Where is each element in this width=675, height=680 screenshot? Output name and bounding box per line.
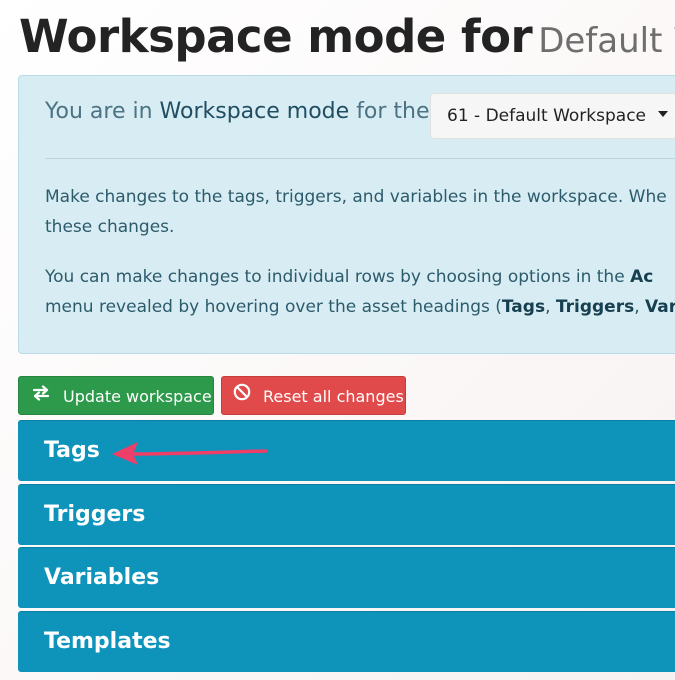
info-sep: , (545, 297, 556, 317)
info-paragraph-line: Make changes to the tags, triggers, and … (45, 187, 667, 207)
info-bold-actions: Ac (630, 267, 654, 287)
update-workspace-button[interactable]: Update workspace (18, 376, 214, 415)
info-paragraph-line: these changes. (45, 217, 175, 237)
page: Workspace mode forDefault W You are in W… (0, 0, 675, 680)
info-paragraph-line: You can make changes to individual rows … (45, 262, 675, 292)
info-text: You can make changes to individual rows … (45, 267, 625, 287)
mode-suffix: for the (356, 99, 430, 124)
mode-name: Workspace mode (159, 99, 350, 124)
info-divider (45, 158, 675, 159)
section-templates-header[interactable]: Templates (18, 611, 675, 672)
info-bold-tags: Tags (501, 297, 546, 317)
mode-line: You are in Workspace mode for the (45, 96, 430, 128)
section-variables-header[interactable]: Variables (18, 547, 675, 608)
info-paragraph-changes: Make changes to the tags, triggers, and … (45, 182, 675, 242)
reset-all-changes-button[interactable]: Reset all changes (221, 376, 406, 415)
info-sep: , (634, 297, 646, 317)
info-text: menu revealed by hovering over the asset… (45, 297, 502, 317)
info-paragraph-line: menu revealed by hovering over the asset… (45, 292, 675, 322)
workspace-select[interactable]: 61 - Default Workspace (430, 93, 675, 139)
info-bold-variables: Var (645, 297, 675, 317)
reset-all-changes-label: Reset all changes (263, 387, 404, 406)
update-workspace-label: Update workspace (63, 387, 212, 406)
info-paragraph-rows: You can make changes to individual rows … (45, 262, 675, 322)
no-entry-icon (233, 376, 251, 415)
mode-prefix: You are in (45, 99, 153, 124)
workspace-name-title: Default W (538, 21, 675, 61)
workspace-select-value: 61 - Default Workspace (447, 106, 647, 126)
info-bold-triggers: Triggers (555, 297, 635, 317)
workspace-info-box: You are in Workspace mode for the 61 - D… (18, 75, 675, 354)
caret-down-icon (658, 111, 669, 117)
swap-arrows-icon (31, 376, 51, 415)
page-title: Workspace mode forDefault W (19, 6, 675, 72)
section-triggers-header[interactable]: Triggers (18, 484, 675, 545)
page-title-text: Workspace mode for (19, 10, 533, 63)
annotation-arrow-icon (104, 436, 274, 474)
